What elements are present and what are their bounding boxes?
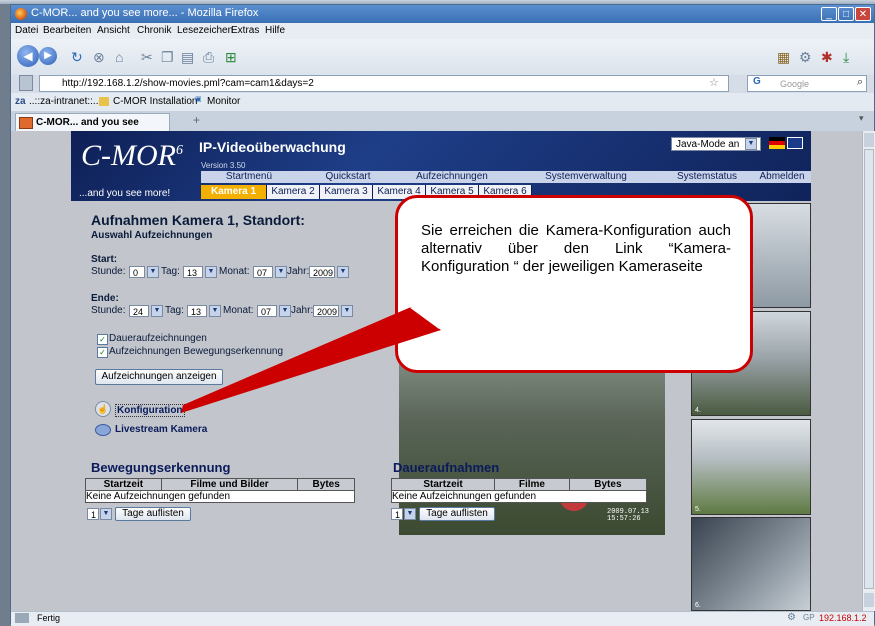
- scroll-down-icon[interactable]: [864, 593, 874, 607]
- scroll-up-icon[interactable]: [864, 133, 874, 147]
- status-page-icon: [15, 613, 29, 623]
- status-ip: 192.168.1.2: [819, 613, 867, 623]
- status-addon-icon: ⚙: [787, 612, 796, 623]
- callout-pointer: [181, 307, 441, 413]
- vertical-scrollbar[interactable]: [862, 131, 875, 611]
- scroll-thumb[interactable]: [864, 149, 874, 589]
- browser-window: C-MOR... and you see more... - Mozilla F…: [10, 4, 875, 626]
- callout-text: Sie erreichen die Kamera-Konfiguration a…: [421, 222, 731, 275]
- status-text: Fertig: [37, 613, 61, 623]
- status-gp-icon: GP: [803, 613, 815, 622]
